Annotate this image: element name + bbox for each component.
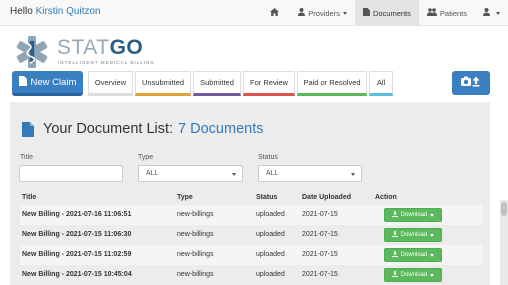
chevron-down-icon [342, 11, 347, 15]
top-navbar: Hello Kirstin Quitzon Providers Document… [0, 0, 508, 26]
table-row: New Billing - 2021-07-15 11:06:30 new-bi… [20, 225, 482, 245]
title-filter-label: Title [20, 154, 33, 161]
nav-account-menu[interactable] [475, 0, 508, 26]
tab-submitted[interactable]: Submitted [193, 71, 241, 96]
nav-providers[interactable]: Providers [290, 0, 355, 26]
user-name-link[interactable]: Kirstin Quitzon [36, 6, 101, 17]
chevron-down-icon [430, 233, 435, 237]
greeting-text: Hello [10, 6, 33, 17]
users-icon [426, 8, 437, 18]
tab-overview[interactable]: Overview [88, 71, 133, 96]
row-status: uploaded [256, 271, 285, 278]
column-header-status: Status [256, 194, 278, 201]
row-date: 2021-07-15 [302, 251, 338, 258]
nav-providers-label: Providers [308, 8, 340, 18]
logo-stat-text: STAT [57, 36, 110, 59]
nav-menu: Providers Documents Patients [262, 0, 508, 26]
document-icon [22, 121, 34, 137]
type-filter-select[interactable]: ALL [138, 165, 243, 182]
download-button[interactable]: Download [384, 248, 442, 262]
tab-unsubmitted[interactable]: Unsubmitted [135, 71, 191, 96]
nav-patients-label: Patients [439, 8, 467, 18]
logo-tagline: INTELLIGENT MEDICAL BILLING [58, 60, 155, 65]
row-type: new-billings [177, 251, 214, 258]
download-icon [391, 211, 398, 219]
row-date: 2021-07-15 [302, 231, 338, 238]
document-count: 7 Documents [178, 121, 264, 137]
tab-paid-or-resolved[interactable]: Paid or Resolved [297, 71, 367, 96]
column-header-action: Action [375, 194, 397, 201]
download-label: Download [400, 212, 428, 218]
row-date: 2021-07-15 [302, 271, 338, 278]
greeting: Hello Kirstin Quitzon [10, 6, 101, 17]
claim-status-tabs: Overview Unsubmitted Submitted For Revie… [88, 71, 395, 96]
chevron-down-icon [232, 173, 236, 176]
tab-for-review[interactable]: For Review [243, 71, 295, 96]
row-type: new-billings [177, 211, 214, 218]
column-header-type: Type [177, 194, 193, 201]
row-type: new-billings [177, 271, 214, 278]
doc-list-title: Your Document List: [43, 121, 174, 137]
type-filter-label: Type [138, 154, 154, 161]
row-type: new-billings [177, 231, 214, 238]
chevron-down-icon [430, 253, 435, 257]
download-label: Download [400, 272, 428, 278]
camera-upload-icon [461, 76, 481, 90]
scrollbar-thumb[interactable] [501, 202, 507, 216]
statgo-logo[interactable]: STATGO INTELLIGENT MEDICAL BILLING [12, 34, 155, 68]
table-row: New Billing - 2021-07-15 11:02:59 new-bi… [20, 245, 482, 265]
column-header-date-uploaded: Date Uploaded [302, 194, 352, 201]
download-icon [391, 231, 398, 239]
new-claim-label: New Claim [30, 76, 77, 88]
nav-patients[interactable]: Patients [419, 0, 475, 26]
chevron-down-icon [430, 273, 435, 277]
row-date: 2021-07-15 [302, 211, 338, 218]
download-icon [391, 271, 398, 279]
logo-wordmark: STATGO [57, 36, 143, 60]
user-icon [483, 8, 490, 18]
nav-home[interactable] [262, 0, 290, 26]
new-claim-button[interactable]: New Claim [12, 71, 83, 96]
nav-documents-label: Documents [372, 8, 411, 18]
download-button[interactable]: Download [384, 228, 442, 242]
user-md-icon [298, 8, 306, 18]
medical-star-logo-icon [16, 36, 48, 68]
download-label: Download [400, 232, 428, 238]
table-row: New Billing - 2021-07-15 10:45:04 new-bi… [20, 265, 482, 285]
chevron-down-icon [430, 213, 435, 217]
download-button[interactable]: Download [384, 268, 442, 282]
home-icon [270, 8, 280, 18]
row-status: uploaded [256, 211, 285, 218]
download-label: Download [400, 252, 428, 258]
document-list-panel: Your Document List: 7 Documents Title Ty… [10, 102, 490, 285]
title-filter-input[interactable] [19, 165, 123, 182]
download-button[interactable]: Download [384, 208, 442, 222]
status-filter-label: Status [258, 154, 278, 161]
status-filter-value: ALL [266, 170, 279, 177]
chevron-down-icon [351, 173, 355, 176]
file-icon [18, 75, 27, 89]
row-status: uploaded [256, 251, 285, 258]
chevron-down-icon [496, 11, 500, 15]
row-title: New Billing - 2021-07-15 11:06:30 [22, 231, 132, 238]
table-row: New Billing - 2021-07-16 11:06:51 new-bi… [20, 205, 482, 225]
download-icon [391, 251, 398, 259]
tab-all[interactable]: All [369, 71, 393, 96]
logo-go-text: GO [109, 36, 144, 59]
column-header-title: Title [22, 194, 37, 201]
upload-photo-button[interactable] [452, 71, 490, 95]
file-icon [362, 8, 370, 18]
nav-documents[interactable]: Documents [354, 0, 419, 26]
page-title: Your Document List: 7 Documents [22, 121, 263, 137]
row-status: uploaded [256, 231, 285, 238]
row-title: New Billing - 2021-07-15 10:45:04 [22, 271, 132, 278]
row-title: New Billing - 2021-07-16 11:06:51 [22, 211, 132, 218]
status-filter-select[interactable]: ALL [258, 165, 362, 182]
type-filter-value: ALL [146, 170, 159, 177]
row-title: New Billing - 2021-07-15 11:02:59 [22, 251, 132, 258]
